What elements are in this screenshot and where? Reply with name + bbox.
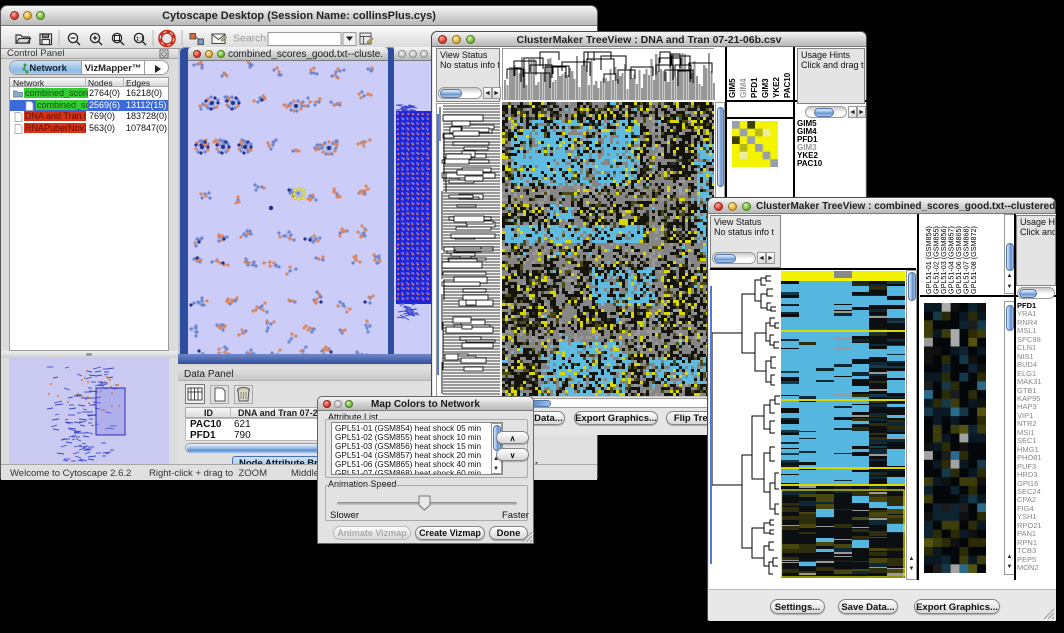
svg-text:Search:: Search:	[233, 33, 269, 45]
svg-text:1:1: 1:1	[136, 37, 144, 43]
